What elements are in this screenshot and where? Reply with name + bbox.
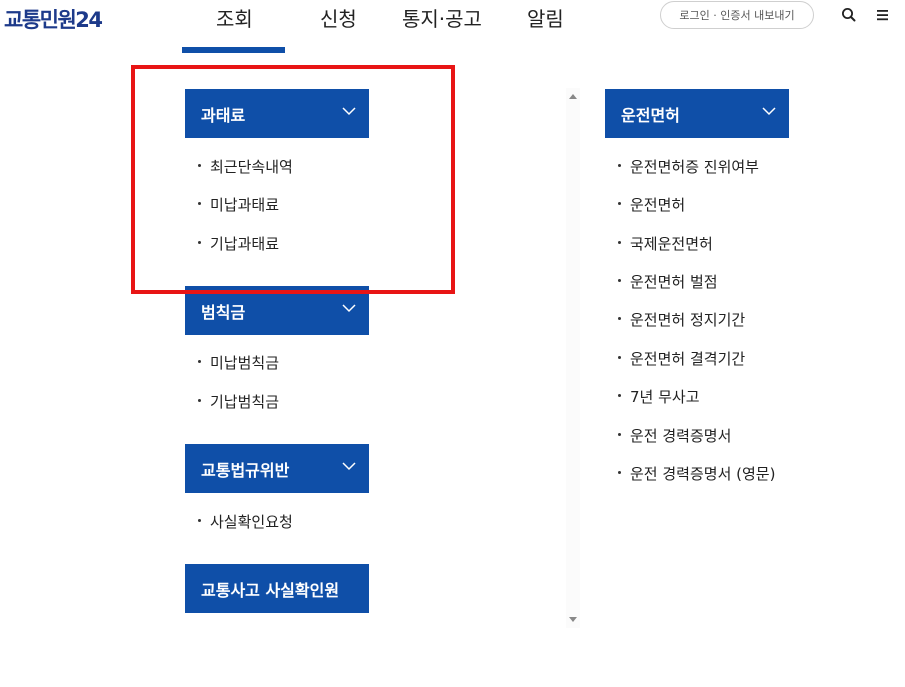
section-penalty-title: 범칙금	[201, 302, 246, 322]
section-accident-header[interactable]: 교통사고 사실확인원	[185, 564, 369, 613]
top-header: 교통민원24 조회 신청 통지·공고 알림 로그인 · 인증서 내보내기	[0, 0, 905, 53]
section-accident-title: 교통사고 사실확인원	[201, 580, 340, 600]
chevron-down-icon	[342, 462, 356, 471]
search-icon[interactable]	[840, 6, 858, 24]
tab-alerts[interactable]: 알림	[527, 3, 564, 32]
license-career-cert-english[interactable]: 운전 경력증명서 (영문)	[618, 463, 775, 484]
tab-lookup[interactable]: 조회	[216, 3, 253, 32]
hamburger-menu-icon[interactable]	[874, 6, 892, 24]
section-license-header[interactable]: 운전면허	[605, 89, 789, 138]
fine-paid[interactable]: 기납과태료	[198, 233, 279, 254]
section-penalty-header[interactable]: 범칙금	[185, 286, 369, 335]
fine-recent-list[interactable]: 최근단속내역	[198, 156, 293, 177]
section-violation-title: 교통법규위반	[201, 460, 290, 480]
license-suspension[interactable]: 운전면허 정지기간	[618, 309, 745, 330]
chevron-down-icon	[762, 107, 776, 116]
fine-unpaid[interactable]: 미납과태료	[198, 194, 279, 215]
scroll-down-arrow[interactable]	[569, 617, 577, 622]
tab-notice[interactable]: 통지·공고	[402, 3, 482, 32]
active-tab-indicator	[182, 47, 285, 53]
license-no-accident[interactable]: 7년 무사고	[618, 386, 700, 407]
penalty-paid[interactable]: 기납범칙금	[198, 391, 279, 412]
chevron-down-icon	[342, 107, 356, 116]
license-authenticity[interactable]: 운전면허증 진위여부	[618, 156, 759, 177]
penalty-unpaid[interactable]: 미납범칙금	[198, 352, 279, 373]
chevron-down-icon	[342, 304, 356, 313]
section-license-title: 운전면허	[621, 105, 680, 125]
section-violation-header[interactable]: 교통법규위반	[185, 444, 369, 493]
license-points[interactable]: 운전면허 벌점	[618, 271, 718, 292]
license-international[interactable]: 국제운전면허	[618, 233, 713, 254]
scroll-up-arrow[interactable]	[569, 94, 577, 99]
scrollbar-track[interactable]	[566, 88, 580, 628]
license-career-cert[interactable]: 운전 경력증명서	[618, 425, 731, 446]
site-logo[interactable]: 교통민원24	[4, 4, 103, 34]
license-disqualification[interactable]: 운전면허 결격기간	[618, 348, 745, 369]
license-info[interactable]: 운전면허	[618, 194, 685, 215]
section-fine-title: 과태료	[201, 105, 246, 125]
login-button[interactable]: 로그인 · 인증서 내보내기	[660, 1, 814, 29]
tab-apply[interactable]: 신청	[320, 3, 357, 32]
section-fine-header[interactable]: 과태료	[185, 89, 369, 138]
violation-fact-check[interactable]: 사실확인요청	[198, 511, 293, 532]
